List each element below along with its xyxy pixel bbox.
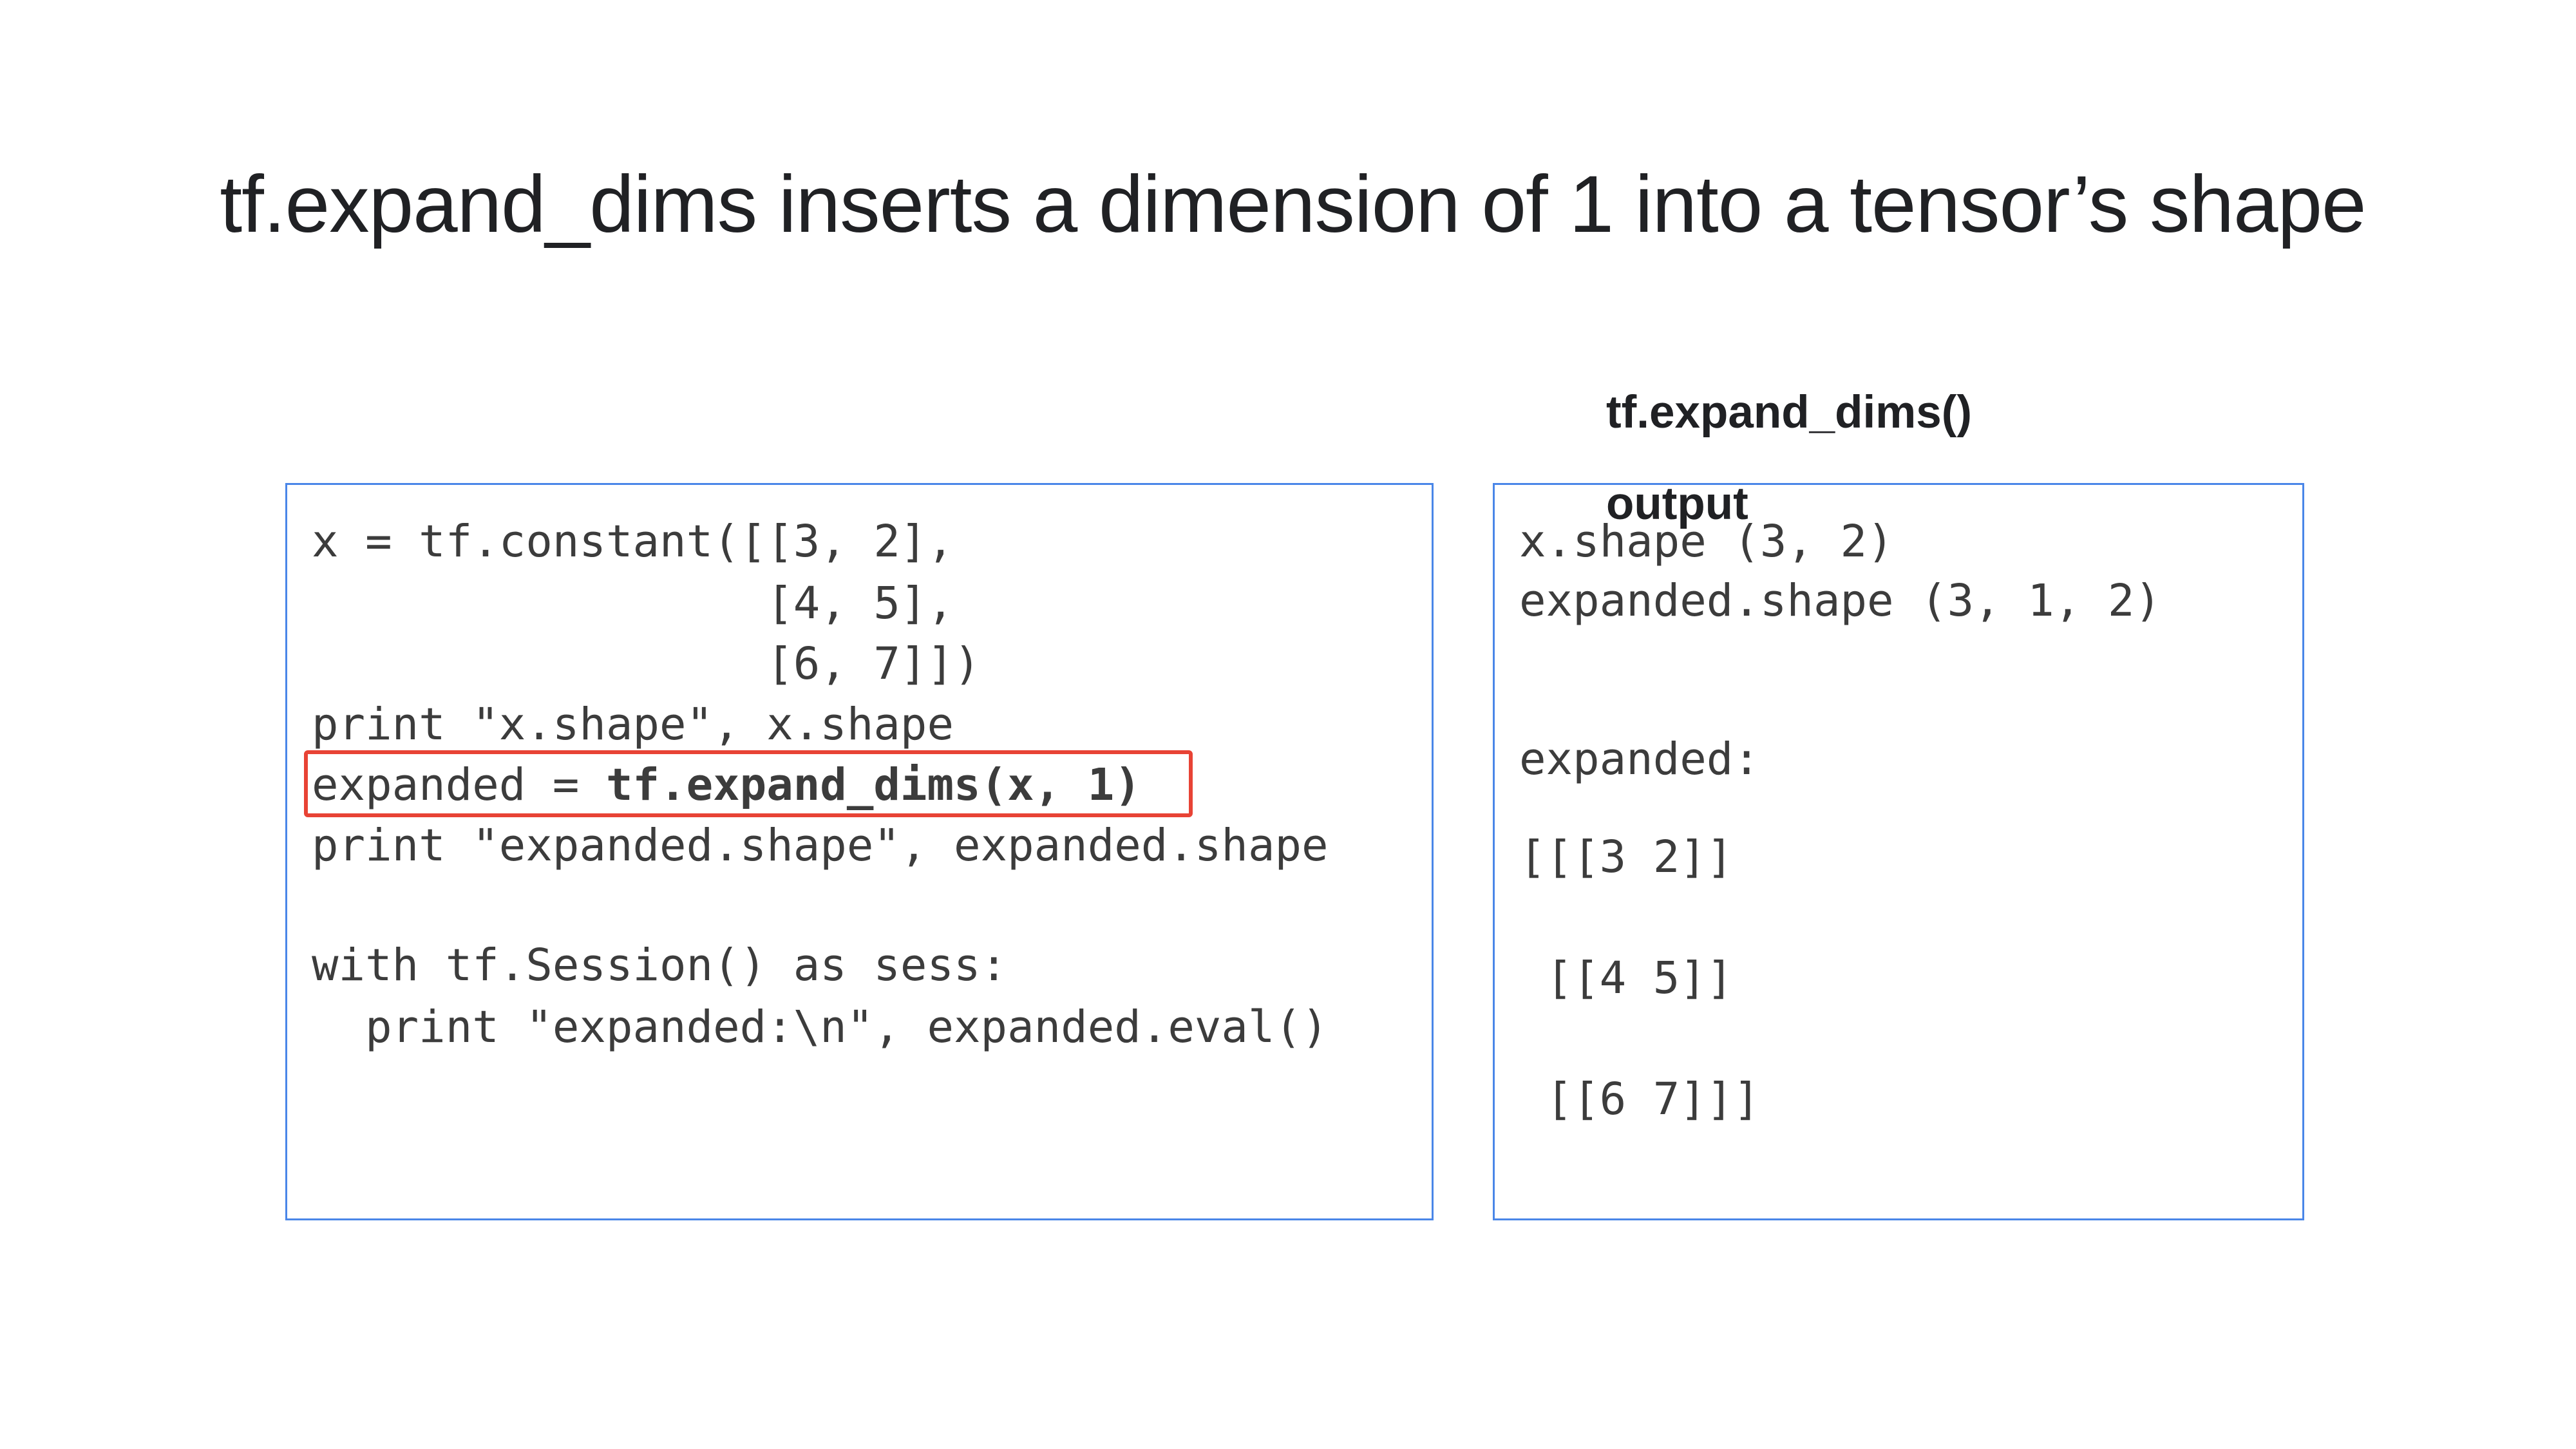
output-panel: x.shape (3, 2) expanded.shape (3, 1, 2) … (1493, 483, 2304, 1220)
code-line: print "expanded:\n", expanded.eval() (312, 1001, 1329, 1053)
code-line: print "x.shape", x.shape (312, 699, 954, 750)
code-line: print "expanded.shape", expanded.shape (312, 820, 1329, 871)
code-expand-dims-call: tf.expand_dims(x, 1) (605, 759, 1141, 811)
code-line: [4, 5], (312, 578, 954, 629)
output-line: [[[3 2]] (1519, 831, 1734, 883)
output-line: expanded.shape (3, 1, 2) (1519, 575, 2161, 627)
output-line: x.shape (3, 2) (1519, 516, 1894, 567)
code-panel: x = tf.constant([[3, 2], [4, 5], [6, 7]]… (285, 483, 1434, 1220)
code-assignment: expanded = (312, 759, 606, 811)
output-heading-function: tf.expand_dims() (1606, 387, 1973, 438)
output-line: expanded: (1519, 734, 1760, 785)
code-line: x = tf.constant([[3, 2], (312, 516, 954, 567)
output-line: [[6 7]]] (1519, 1074, 1760, 1125)
slide-title: tf.expand_dims inserts a dimension of 1 … (220, 160, 2366, 249)
code-line: with tf.Session() as sess: (312, 940, 1008, 991)
code-line: [6, 7]]) (312, 638, 981, 690)
output-line: [[4 5]] (1519, 952, 1734, 1004)
code-line-highlighted: expanded = tf.expand_dims(x, 1) (312, 759, 1141, 811)
